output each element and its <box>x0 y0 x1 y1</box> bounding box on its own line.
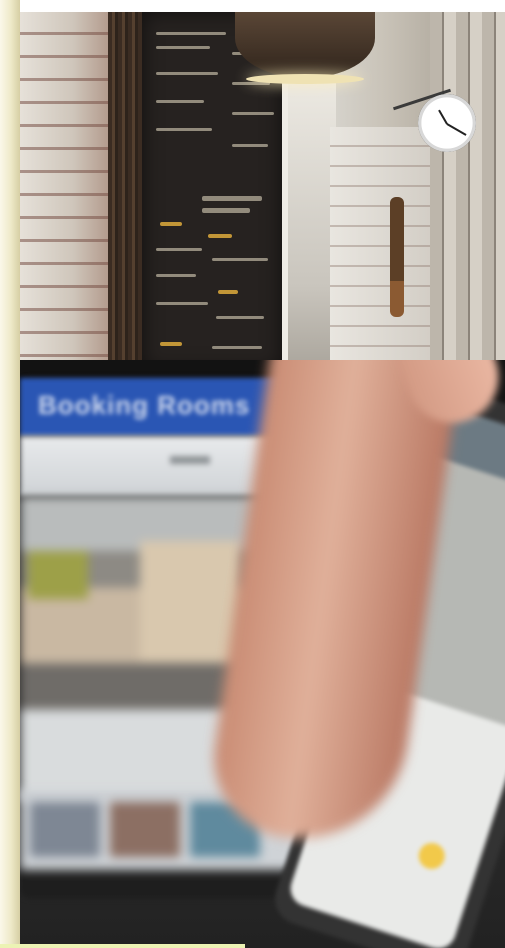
thumbnail <box>110 802 180 857</box>
cafe-interior-scene <box>20 12 505 374</box>
bottom-accent-bar <box>0 944 245 948</box>
hanging-bag <box>390 197 404 317</box>
phone-action-button <box>415 839 449 873</box>
window <box>282 82 336 374</box>
room-door <box>140 541 240 661</box>
photo-frame: Booking Rooms <box>0 0 505 948</box>
far-wall <box>430 12 505 374</box>
tablet-scene: Booking Rooms <box>20 360 505 948</box>
wall-art <box>28 551 88 599</box>
brick-wall-right <box>330 127 430 374</box>
wood-panel <box>108 12 142 374</box>
composite-photo: Booking Rooms <box>20 12 505 948</box>
lamp-glow <box>246 74 364 84</box>
brick-wall-left <box>20 12 108 374</box>
search-field <box>170 456 210 464</box>
left-border-strip <box>0 0 20 948</box>
website-title: Booking Rooms <box>38 390 251 420</box>
wall-clock-icon <box>418 94 476 152</box>
thumbnail <box>30 802 100 857</box>
